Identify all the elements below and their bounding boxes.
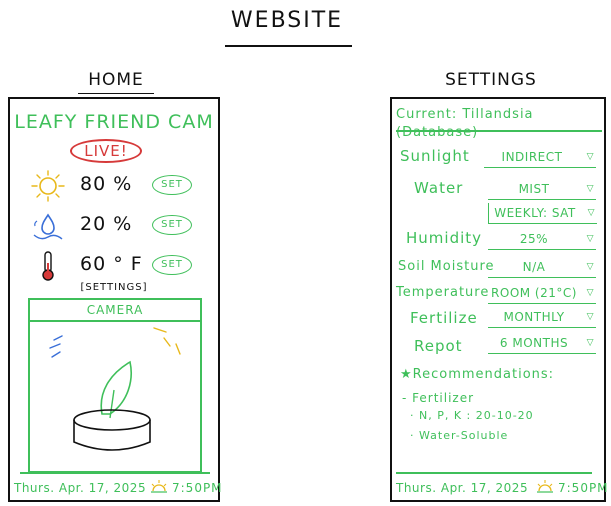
settings-link[interactable]: [SETTINGS] xyxy=(10,282,218,293)
settings-footer-date: Thurs. Apr. 17, 2025 xyxy=(396,481,529,495)
settings-footer-time: 7:50PM xyxy=(558,481,609,495)
chevron-down-icon: ▽ xyxy=(586,152,594,162)
chevron-down-icon: ▽ xyxy=(586,262,594,272)
water-select[interactable]: MIST ▽ xyxy=(488,179,596,200)
fertilize-select-value: MONTHLY xyxy=(503,310,565,324)
soil-moisture-label: Soil Moisture xyxy=(398,259,495,274)
humidity-label: Humidity xyxy=(406,229,483,247)
home-footer-divider xyxy=(20,472,210,474)
current-plant[interactable]: Current: Tillandsia (Database) xyxy=(396,106,600,142)
water-drop-icon xyxy=(33,213,63,240)
home-footer-date: Thurs. Apr. 17, 2025 xyxy=(14,481,147,495)
repot-select[interactable]: 6 MONTHS ▽ xyxy=(488,333,596,354)
home-label-underline xyxy=(78,93,154,94)
home-footer-time: 7:50PM xyxy=(172,481,223,495)
temperature-row: 60 ° F SET xyxy=(10,249,218,283)
humidity-select[interactable]: 25% ▽ xyxy=(488,229,596,250)
camera-feed xyxy=(49,327,181,451)
fertilize-label: Fertilize xyxy=(410,309,478,327)
chevron-down-icon: ▽ xyxy=(587,208,595,218)
temperature-select[interactable]: ROOM (21°C) ▽ xyxy=(488,283,596,304)
humidity-select-value: 25% xyxy=(519,232,549,246)
water-row: 20 % SET xyxy=(10,209,218,243)
recommendation-item: - Fertilizer xyxy=(402,391,475,405)
current-plant-underline xyxy=(396,130,602,132)
water-value: 20 % xyxy=(80,213,133,235)
soil-moisture-select-value: N/A xyxy=(522,260,546,274)
camera-panel: CAMERA xyxy=(28,298,202,473)
sun-icon xyxy=(31,170,65,202)
chevron-down-icon: ▽ xyxy=(586,312,594,322)
set-temperature-button[interactable]: SET xyxy=(152,255,192,275)
fertilize-select[interactable]: MONTHLY ▽ xyxy=(488,307,596,328)
water-schedule-value: WEEKLY: SAT xyxy=(494,206,576,220)
settings-screen-label: SETTINGS xyxy=(445,70,537,90)
sunlight-select[interactable]: INDIRECT ▽ xyxy=(484,147,596,168)
sunlight-row: 80 % SET xyxy=(10,169,218,203)
set-sunlight-button[interactable]: SET xyxy=(152,175,192,195)
page-title-underline xyxy=(225,45,352,47)
soil-moisture-select[interactable]: N/A ▽ xyxy=(488,257,596,278)
recommendations-title: ★Recommendations: xyxy=(400,367,555,382)
settings-screen-frame: Current: Tillandsia (Database) Sunlight … xyxy=(390,97,609,502)
repot-select-value: 6 MONTHS xyxy=(499,336,569,350)
sunset-icon xyxy=(537,480,553,493)
app-title: LEAFY FRIEND CAM xyxy=(14,111,214,133)
chevron-down-icon: ▽ xyxy=(586,184,594,194)
chevron-down-icon: ▽ xyxy=(586,234,594,244)
recommendation-detail: · Water-Soluble xyxy=(410,429,509,442)
temperature-label: Temperature xyxy=(396,285,490,300)
live-badge: LIVE! xyxy=(70,139,142,163)
sunset-icon xyxy=(151,480,167,493)
camera-header: CAMERA xyxy=(30,300,200,322)
sunlight-select-value: INDIRECT xyxy=(501,150,563,164)
repot-label: Repot xyxy=(414,337,463,355)
water-schedule-select[interactable]: WEEKLY: SAT ▽ xyxy=(488,203,597,224)
recommendation-detail: · N, P, K : 20-10-20 xyxy=(410,409,534,422)
sunlight-label: Sunlight xyxy=(400,147,470,165)
sunlight-value: 80 % xyxy=(80,173,133,195)
home-screen-frame: LEAFY FRIEND CAM LIVE! 80 % SET 20 % SET xyxy=(8,97,223,502)
page-title: WEBSITE xyxy=(230,8,344,33)
temperature-select-value: ROOM (21°C) xyxy=(491,286,577,300)
thermometer-icon xyxy=(42,251,54,281)
water-select-value: MIST xyxy=(518,182,550,196)
temperature-value: 60 ° F xyxy=(80,253,143,275)
chevron-down-icon: ▽ xyxy=(586,338,594,348)
home-screen-label: HOME xyxy=(88,70,144,90)
set-water-button[interactable]: SET xyxy=(152,215,192,235)
water-label: Water xyxy=(414,179,464,197)
chevron-down-icon: ▽ xyxy=(586,288,594,298)
settings-footer-divider xyxy=(396,472,592,474)
